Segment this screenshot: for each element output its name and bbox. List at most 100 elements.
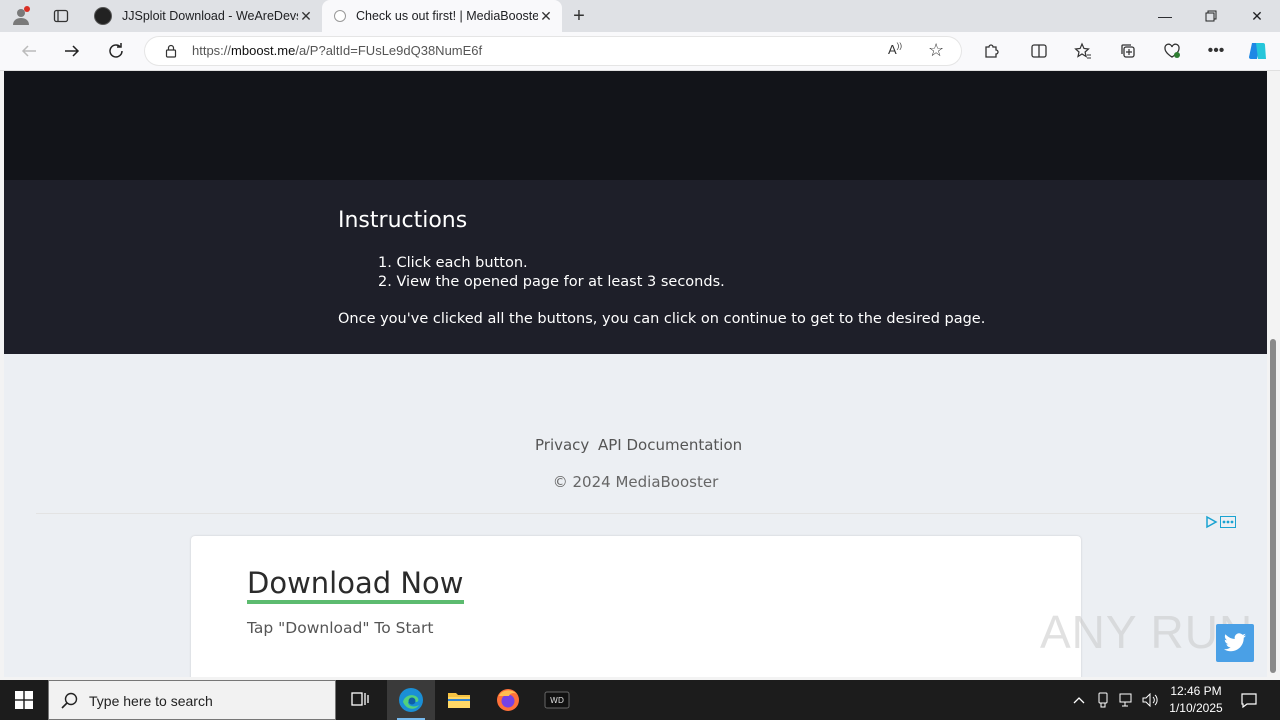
search-placeholder: Type here to search <box>89 693 213 709</box>
notifications-button[interactable] <box>1234 680 1264 720</box>
browser-essentials-button[interactable] <box>1157 36 1187 66</box>
plus-icon: + <box>573 4 585 27</box>
favorites-button[interactable] <box>1068 36 1098 66</box>
collections-icon <box>1121 44 1135 58</box>
task-view-button[interactable] <box>336 680 384 720</box>
tray-network-button[interactable] <box>1116 680 1138 720</box>
refresh-button[interactable] <box>101 36 131 66</box>
usb-device-icon <box>1098 692 1108 708</box>
tab-actions-icon <box>53 9 69 23</box>
taskbar-firefox[interactable] <box>484 680 532 720</box>
url-text[interactable]: https://mboost.me/a/P?altId=FUsLe9dQ38Nu… <box>192 43 482 58</box>
show-hidden-icons-button[interactable] <box>1068 680 1090 720</box>
windows-taskbar: Type here to search WD 12:46 PM 1/10/202… <box>0 680 1280 720</box>
ad-options-icon[interactable] <box>1220 515 1236 529</box>
new-tab-button[interactable]: + <box>566 4 592 28</box>
split-screen-icon <box>1031 44 1047 58</box>
ad-title[interactable]: Download Now <box>247 566 464 604</box>
page-viewport: Instructions 1. Click each button. 2. Vi… <box>4 71 1267 677</box>
tray-volume-button[interactable] <box>1140 680 1162 720</box>
wearedevs-app-icon: WD <box>544 691 570 709</box>
folder-icon <box>448 693 470 708</box>
extensions-button[interactable] <box>976 36 1006 66</box>
list-item: 2. View the opened page for at least 3 s… <box>378 274 725 290</box>
read-aloud-icon: A)) <box>888 42 902 58</box>
more-icon: ••• <box>1207 42 1225 59</box>
clock-time: 12:46 PM <box>1170 684 1222 698</box>
chevron-up-icon <box>1073 697 1085 704</box>
url-host: mboost.me <box>231 43 296 58</box>
notification-icon <box>1241 693 1257 708</box>
ad-card[interactable]: Download Now Tap "Download" To Start <box>191 536 1081 677</box>
browser-toolbar: https://mboost.me/a/P?altId=FUsLe9dQ38Nu… <box>0 32 1280 71</box>
restore-icon <box>1205 10 1217 22</box>
read-aloud-button[interactable]: A)) <box>888 42 902 57</box>
back-button[interactable] <box>14 36 44 66</box>
close-icon[interactable]: ✕ <box>538 8 554 25</box>
mediabooster-favicon-icon <box>334 10 346 22</box>
speaker-icon <box>1142 693 1158 707</box>
instructions-section: Instructions 1. Click each button. 2. Vi… <box>4 180 1267 354</box>
close-icon: ✕ <box>1251 7 1263 24</box>
taskbar-search-box[interactable]: Type here to search <box>48 680 336 720</box>
tab-title: JJSploit Download - WeAreDevs <box>122 9 298 23</box>
collections-button[interactable] <box>1113 36 1143 66</box>
taskbar-wearedevs-app[interactable]: WD <box>533 680 581 720</box>
firefox-icon <box>497 689 519 711</box>
minimize-icon: — <box>1158 8 1172 24</box>
close-icon[interactable]: ✕ <box>298 8 314 25</box>
scrollbar-thumb[interactable] <box>1270 339 1276 673</box>
favorites-icon <box>1074 42 1091 59</box>
close-window-button[interactable]: ✕ <box>1234 0 1280 32</box>
tray-device-button[interactable] <box>1093 680 1113 720</box>
url-scheme: https:// <box>192 43 232 58</box>
windows-logo-icon <box>15 691 33 709</box>
star-icon: ☆ <box>928 40 945 60</box>
tab-strip: JJSploit Download - WeAreDevs ✕ Check us… <box>0 0 1280 32</box>
instructions-list: 1. Click each button. 2. View the opened… <box>378 254 725 292</box>
twitter-bird-icon <box>1224 633 1246 652</box>
split-screen-button[interactable] <box>1024 36 1054 66</box>
list-item: 1. Click each button. <box>378 255 528 271</box>
tab-jjsploit[interactable]: JJSploit Download - WeAreDevs ✕ <box>86 0 322 32</box>
api-documentation-link[interactable]: API Documentation <box>598 436 742 454</box>
forward-button[interactable] <box>57 36 87 66</box>
arrow-right-icon <box>65 45 80 57</box>
task-view-icon <box>351 692 369 706</box>
taskbar-clock[interactable]: 12:46 PM 1/10/2025 <box>1160 683 1232 717</box>
copyright-text: © 2024 MediaBooster <box>552 473 719 491</box>
search-icon <box>61 692 78 709</box>
tab-title: Check us out first! | MediaBooster <box>356 9 538 23</box>
ad-choices[interactable] <box>1204 515 1236 529</box>
privacy-link[interactable]: Privacy <box>535 436 589 454</box>
ad-subtitle: Tap "Download" To Start <box>247 619 434 637</box>
ad-choices-icon[interactable] <box>1204 515 1218 529</box>
tab-mediabooster[interactable]: Check us out first! | MediaBooster ✕ <box>322 0 562 32</box>
address-bar[interactable]: https://mboost.me/a/P?altId=FUsLe9dQ38Nu… <box>144 36 962 66</box>
svg-text:WD: WD <box>550 696 564 705</box>
instructions-note: Once you've clicked all the buttons, you… <box>338 311 986 327</box>
restore-button[interactable] <box>1188 0 1234 32</box>
minimize-button[interactable]: — <box>1142 0 1188 32</box>
lock-icon[interactable] <box>164 44 178 58</box>
tab-actions-button[interactable] <box>48 4 74 28</box>
start-button[interactable] <box>0 680 48 720</box>
url-path: /a/P?altId=FUsLe9dQ38NumE6f <box>295 43 483 58</box>
network-icon <box>1119 693 1132 707</box>
profile-icon <box>13 6 30 25</box>
puzzle-icon <box>985 44 999 58</box>
favorite-button[interactable]: ☆ <box>928 40 944 61</box>
copilot-button[interactable] <box>1243 36 1273 66</box>
page-header <box>4 71 1267 180</box>
taskbar-file-explorer[interactable] <box>435 680 483 720</box>
refresh-icon <box>109 43 123 58</box>
settings-more-button[interactable]: ••• <box>1201 36 1231 66</box>
heart-pulse-icon <box>1164 43 1180 58</box>
profile-avatar[interactable] <box>8 4 34 28</box>
taskbar-edge[interactable] <box>387 680 435 720</box>
clock-date: 1/10/2025 <box>1169 701 1223 715</box>
wearedevs-favicon-icon <box>94 7 112 25</box>
edge-icon <box>399 688 423 712</box>
twitter-share-button[interactable] <box>1216 624 1254 662</box>
page-scrollbar[interactable] <box>1267 71 1280 677</box>
